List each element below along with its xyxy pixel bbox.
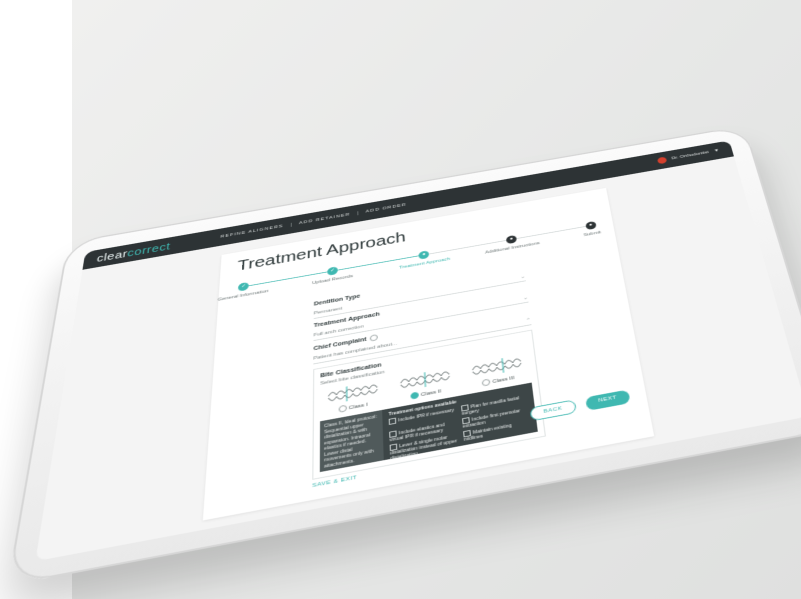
checkbox-icon [388,417,397,425]
form-card: Treatment Approach ✓ General Information… [200,187,655,521]
step-upload-records[interactable]: ✓ Upload Records [290,260,376,290]
step-submit[interactable]: ● Submit [549,215,635,244]
chevron-down-icon: ⌄ [522,295,529,301]
step-check-icon: ✓ [238,281,250,292]
step-label: General Information [217,289,269,303]
user-name: Dr. Orthodontist [671,150,710,161]
tablet-screen: clearcorrect REFINE ALIGNERS ADD RETAINE… [35,140,801,562]
chevron-up-icon: ⌃ [525,317,532,324]
radio-button-selected[interactable] [410,391,419,400]
form-actions: BACK NEXT [529,389,631,422]
nav-add-order[interactable]: ADD ORDER [358,202,413,216]
dentition-type-value: Permanent [313,306,343,316]
info-icon[interactable] [369,334,378,342]
bite-class-label: Class III [492,375,515,385]
step-treatment-approach[interactable]: ● Treatment Approach [382,244,467,274]
step-check-icon: ✓ [327,266,338,276]
nav-add-retainer[interactable]: ADD RETAINER [291,211,359,227]
radio-button[interactable] [338,404,347,413]
step-label: Submit [583,230,602,238]
brand-accent: correct [126,240,172,259]
step-general-information[interactable]: ✓ General Information [200,275,287,305]
next-button[interactable]: NEXT [585,389,631,411]
bite-class-label: Class I [348,402,368,411]
tablet-frame: clearcorrect REFINE ALIGNERS ADD RETAINE… [7,125,801,586]
brand-prefix: clear [96,247,129,265]
step-label: Additional Instructions [484,241,541,256]
ideal-protocol-text: Class II, Ideal protocol: Sequential upp… [319,409,384,473]
brand-logo[interactable]: clearcorrect [96,240,171,264]
radio-button[interactable] [481,378,491,387]
step-pending-icon: ● [585,220,597,231]
chevron-down-icon: ▼ [713,148,720,154]
bite-class-label: Class II [420,388,442,398]
step-label: Treatment Approach [399,257,451,271]
treatment-form: Dentition Type Permanent ⌄ Treatment App… [312,260,546,480]
tablet-mockup: clearcorrect REFINE ALIGNERS ADD RETAINE… [0,0,801,599]
step-additional-instructions[interactable]: ● Additional Instructions [469,228,555,257]
nav-refine-aligners[interactable]: REFINE ALIGNERS [212,222,292,241]
step-label: Upload Records [311,274,353,286]
chevron-down-icon: ⌄ [520,274,526,280]
step-pending-icon: ● [505,234,518,245]
user-menu[interactable]: Dr. Orthodontist ▼ [656,147,720,165]
step-current-icon: ● [418,250,430,260]
avatar [656,156,668,165]
